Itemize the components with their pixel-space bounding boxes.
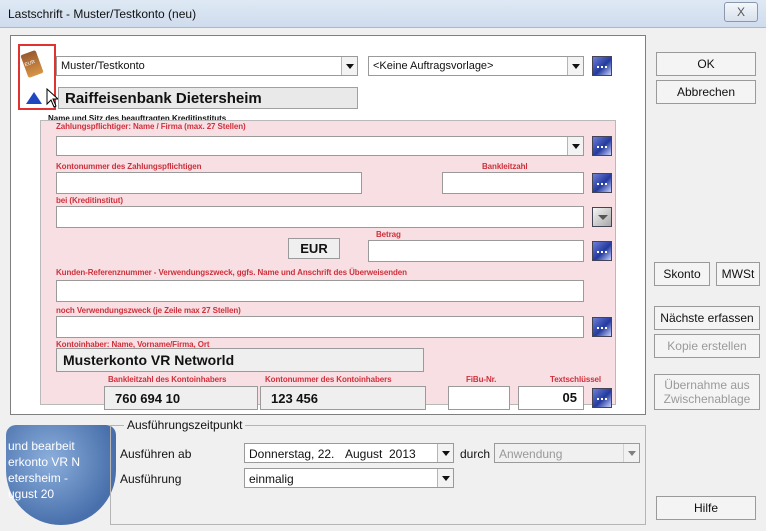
kontoinhaber-value: Musterkonto VR Networld (56, 348, 424, 372)
textschluessel-value: 05 (562, 390, 577, 405)
ok-button[interactable]: OK (656, 52, 756, 76)
kontonummer-label: Kontonummer des Zahlungspflichtigen (56, 162, 202, 171)
template-select-value: <Keine Auftragsvorlage> (373, 60, 494, 72)
date-weekday: Donnerstag, 22. (249, 447, 335, 461)
title-bar: Lastschrift - Muster/Testkonto (neu) X (0, 0, 766, 28)
chevron-down-icon[interactable] (623, 444, 639, 462)
skonto-button[interactable]: Skonto (654, 262, 710, 286)
payer-name-input[interactable] (56, 136, 584, 156)
chevron-down-icon[interactable] (567, 57, 583, 75)
help-button[interactable]: Hilfe (656, 496, 756, 520)
copy-button[interactable]: Kopie erstellen (654, 334, 760, 358)
durch-select-value: Anwendung (499, 447, 563, 461)
verwendungszweck-label: noch Verwendungszweck (je Zeile max 27 S… (56, 306, 241, 315)
close-icon: X (736, 5, 745, 19)
up-arrow-icon[interactable] (26, 92, 42, 104)
template-select[interactable]: <Keine Auftragsvorlage> (368, 56, 584, 76)
bei-input[interactable] (56, 206, 584, 228)
background-text-line: und bearbeit (8, 439, 75, 453)
bank-name: Raiffeisenbank Dietersheim (58, 87, 358, 109)
account-select-value: Muster/Testkonto (61, 60, 145, 72)
bank-lookup-button[interactable] (592, 173, 612, 193)
close-button[interactable]: X (724, 2, 758, 22)
textschluessel-label: Textschlüssel (550, 375, 602, 384)
background-text-line: erkonto VR N (8, 455, 81, 469)
kundenref-label: Kunden-Referenznummer - Verwendungszweck… (56, 268, 407, 277)
verwendungszweck-lookup-button[interactable] (592, 317, 612, 337)
payer-label: Zahlungspflichtiger: Name / Firma (max. … (56, 122, 246, 131)
currency-display: EUR (288, 238, 340, 259)
blz-inhaber-label: Bankleitzahl des Kontoinhabers (108, 375, 227, 384)
textschluessel-lookup-button[interactable] (592, 388, 612, 408)
date-year: 2013 (389, 447, 416, 461)
execute-from-label: Ausführen ab (120, 447, 192, 461)
bankleitzahl-label: Bankleitzahl (482, 162, 528, 171)
template-lookup-button[interactable] (592, 56, 612, 76)
background-text: und bearbeit erkonto VR N etersheim - ug… (8, 438, 80, 502)
durch-label: durch (460, 447, 491, 461)
chevron-down-icon[interactable] (437, 444, 453, 462)
mwst-button[interactable]: MWSt (716, 262, 760, 286)
kundenref-input[interactable] (56, 280, 584, 302)
execution-date-picker[interactable]: Donnerstag, 22. August 2013 (244, 443, 454, 463)
kontonummer-value: 123 456 (260, 386, 426, 410)
bei-label: bei (Kreditinstitut) (56, 196, 123, 205)
paste-clipboard-button[interactable]: Übernahme aus Zwischenablage (654, 374, 760, 410)
durch-select[interactable]: Anwendung (494, 443, 640, 463)
background-text-line: etersheim - (8, 471, 69, 485)
date-month: August (345, 447, 383, 461)
blz-value: 760 694 10 (104, 386, 258, 410)
chevron-down-icon[interactable] (341, 57, 357, 75)
bankleitzahl-input[interactable] (442, 172, 584, 194)
next-entry-button[interactable]: Nächste erfassen (654, 306, 760, 330)
background-text-line: ugust 20 (8, 487, 55, 501)
payer-lookup-button[interactable] (592, 136, 612, 156)
paste-clipboard-line1: Übernahme aus (664, 378, 750, 392)
execution-type-label: Ausführung (120, 472, 182, 486)
execution-group-title: Ausführungszeitpunkt (124, 418, 246, 432)
betrag-label: Betrag (376, 230, 401, 239)
euro-logo-icon (20, 49, 44, 79)
account-select[interactable]: Muster/Testkonto (56, 56, 358, 76)
execution-type-value: einmalig (249, 472, 294, 486)
betrag-input[interactable] (368, 240, 584, 262)
cancel-button[interactable]: Abbrechen (656, 80, 756, 104)
verwendungszweck-input[interactable] (56, 316, 584, 338)
calculator-button[interactable] (592, 241, 612, 261)
window-title: Lastschrift - Muster/Testkonto (neu) (8, 7, 197, 21)
fibu-input[interactable] (448, 386, 510, 410)
kontonummer-input[interactable] (56, 172, 362, 194)
bei-dropdown-button[interactable] (592, 207, 612, 227)
textschluessel-input[interactable]: 05 (518, 386, 584, 410)
fibu-label: FiBu-Nr. (466, 375, 497, 384)
kto-inhaber-label: Kontonummer des Kontoinhabers (265, 375, 392, 384)
chevron-down-icon[interactable] (437, 469, 453, 487)
execution-type-select[interactable]: einmalig (244, 468, 454, 488)
chevron-down-icon[interactable] (567, 137, 583, 155)
paste-clipboard-line2: Zwischenablage (663, 392, 751, 406)
